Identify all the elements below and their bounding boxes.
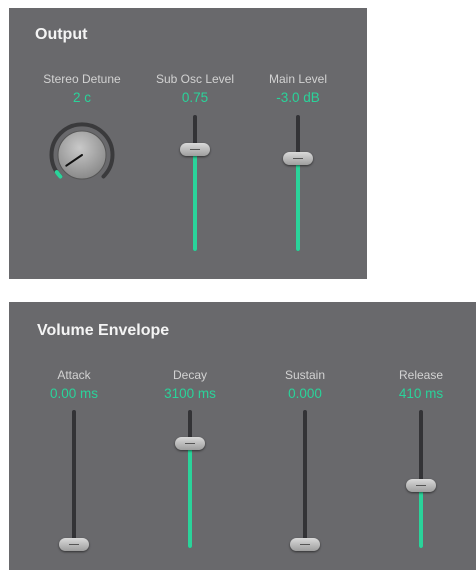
handle-grip xyxy=(69,543,79,545)
knob-ring-fill xyxy=(54,170,63,179)
sustain-value: 0.000 xyxy=(288,386,322,401)
attack-label: Attack xyxy=(57,368,91,382)
handle-grip xyxy=(300,543,310,545)
sub-osc-level-track[interactable] xyxy=(193,115,197,251)
sub-osc-level-label: Sub Osc Level xyxy=(155,72,235,86)
volume-envelope-title: Volume Envelope xyxy=(37,322,170,339)
sustain-track[interactable] xyxy=(303,410,307,548)
output-panel: Output Stereo Detune 2 c Sub Osc Level 0… xyxy=(9,8,367,279)
release-fill xyxy=(419,486,423,548)
release-label: Release xyxy=(398,368,444,382)
decay-value: 3100 ms xyxy=(164,386,216,401)
attack-value: 0.00 ms xyxy=(49,386,99,401)
decay-track[interactable] xyxy=(188,410,192,548)
main-level-value: -3.0 dB xyxy=(276,90,320,105)
attack-track[interactable] xyxy=(72,410,76,548)
decay-slider-handle[interactable] xyxy=(175,436,205,450)
decay-label: Decay xyxy=(172,368,207,382)
main-level-label: Main Level xyxy=(268,72,328,86)
main-level-fill xyxy=(296,159,300,251)
main-level-slider-handle[interactable] xyxy=(283,152,313,166)
stereo-detune-knob[interactable] xyxy=(42,115,122,195)
output-panel-title: Output xyxy=(35,26,88,43)
release-value: 410 ms xyxy=(398,386,444,401)
handle-grip xyxy=(416,485,426,487)
decay-fill xyxy=(188,443,192,548)
sustain-label: Sustain xyxy=(284,368,326,382)
stereo-detune-label: Stereo Detune xyxy=(43,72,121,86)
stereo-detune-value: 2 c xyxy=(72,90,91,105)
knob-graphic xyxy=(49,122,115,180)
sub-osc-level-fill xyxy=(193,149,197,251)
handle-grip xyxy=(185,442,195,444)
volume-envelope-panel: Volume Envelope Attack 0.00 ms Decay 310… xyxy=(9,302,476,570)
release-slider-handle[interactable] xyxy=(406,479,436,493)
sub-osc-level-value: 0.75 xyxy=(181,90,209,105)
handle-grip xyxy=(293,158,303,160)
attack-slider-handle[interactable] xyxy=(59,537,89,551)
main-level-track[interactable] xyxy=(296,115,300,251)
handle-grip xyxy=(190,148,200,150)
sustain-slider-handle[interactable] xyxy=(290,537,320,551)
sub-osc-level-slider-handle[interactable] xyxy=(180,142,210,156)
